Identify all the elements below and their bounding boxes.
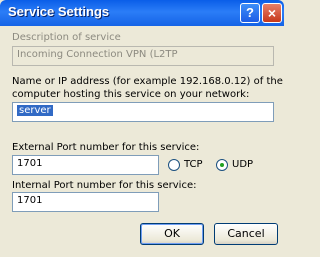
tcp-radio[interactable] <box>168 159 180 171</box>
service-settings-dialog: Service Settings ? × Description of serv… <box>0 0 284 257</box>
description-label: Description of service <box>12 32 121 43</box>
udp-label[interactable]: UDP <box>232 159 253 170</box>
external-port-field[interactable]: 1701 <box>12 155 159 175</box>
cancel-button[interactable]: Cancel <box>214 223 278 245</box>
name-field-value: server <box>17 105 53 116</box>
udp-radio[interactable] <box>216 159 228 171</box>
ok-button[interactable]: OK <box>140 223 204 245</box>
internal-port-field[interactable]: 1701 <box>12 192 159 212</box>
name-label-line1: Name or IP address (for example 192.168.… <box>12 76 283 87</box>
tcp-label[interactable]: TCP <box>184 159 203 170</box>
description-field: Incoming Connection VPN (L2TP <box>12 46 274 66</box>
external-port-label: External Port number for this service: <box>12 142 200 153</box>
window-title: Service Settings <box>8 4 110 19</box>
name-field[interactable]: server <box>12 102 274 122</box>
close-button[interactable]: × <box>262 3 282 23</box>
help-button[interactable]: ? <box>240 3 260 23</box>
internal-port-label: Internal Port number for this service: <box>12 180 197 191</box>
title-bar[interactable]: Service Settings ? × <box>0 0 284 26</box>
name-label-line2: computer hosting this service on your ne… <box>12 89 250 100</box>
